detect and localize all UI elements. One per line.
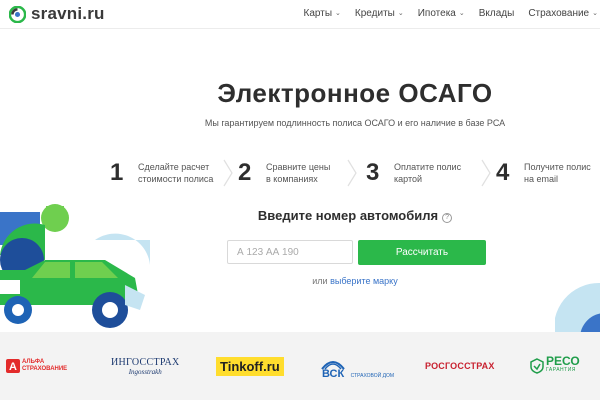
step-1: 1 Сделайте расчет стоимости полиса [110, 156, 213, 190]
site-header: sravni.ru Карты ⌄ Кредиты ⌄ Ипотека ⌄ Вклад… [0, 0, 600, 29]
alternative-option: или выберите марку [0, 276, 600, 286]
main-nav: Карты ⌄ Кредиты ⌄ Ипотека ⌄ Вклады Страхова… [304, 8, 598, 19]
nav-item-cards[interactable]: Карты ⌄ [304, 8, 341, 19]
help-icon[interactable]: ? [442, 213, 453, 223]
chevron-down-icon: ⌄ [335, 9, 341, 17]
steps-list: 1 Сделайте расчет стоимости полиса 2 Срав… [108, 156, 600, 190]
step-4: 4 Получите полис на email [496, 156, 591, 190]
nav-label: Карты [303, 8, 333, 19]
step-line: картой [394, 174, 423, 184]
step-text: Сравните цены в компаниях [266, 161, 330, 185]
step-line: Сравните цены [266, 162, 331, 172]
logo[interactable]: sravni.ru [9, 4, 105, 24]
choose-brand-link[interactable]: выберите марку [330, 276, 398, 286]
step-number: 2 [238, 159, 252, 186]
partner-ingosstrakh-logo[interactable]: ИНГОССТРАХ Ingosstrakh [111, 332, 180, 400]
logo-text: sravni.ru [31, 4, 105, 23]
partner-line: ВСК [322, 368, 345, 380]
plate-label: Введите номер автомобиля? [0, 208, 600, 223]
nav-label: Кредиты [354, 8, 395, 19]
partner-reso-logo[interactable]: РЕСО ГАРАНТИЯ [530, 332, 580, 400]
nav-item-mortgage[interactable]: Ипотека ⌄ [418, 8, 465, 19]
chevron-down-icon: ⌄ [592, 9, 598, 17]
partner-line: Ingosstrakh [128, 367, 162, 376]
nav-item-deposits[interactable]: Вклады [479, 8, 515, 19]
step-line: стоимости полиса [138, 174, 214, 184]
partner-line: ГАРАНТИЯ [546, 367, 576, 373]
svg-text:А: А [9, 361, 17, 373]
partner-name: РОСГОССТРАХ [425, 361, 495, 371]
step-text: Сделайте расчет стоимости полиса [138, 161, 213, 185]
step-number: 3 [366, 159, 380, 186]
chevron-down-icon: ⌄ [458, 9, 465, 17]
page-title: Электронное ОСАГО [217, 78, 493, 108]
alt-prefix: или [312, 276, 328, 286]
plate-label-text: Введите номер автомобиля [257, 208, 439, 223]
partner-tinkoff-logo[interactable]: Tinkoff.ru [216, 332, 284, 400]
step-number: 4 [496, 159, 510, 186]
decorative-shape [555, 282, 600, 332]
step-text: Оплатите полис картой [394, 161, 461, 185]
step-line: на email [524, 174, 558, 184]
partner-rosgosstrakh-logo[interactable]: РОСГОССТРАХ [425, 332, 495, 400]
nav-label: Ипотека [417, 8, 456, 19]
step-line: Сделайте расчет [138, 162, 210, 172]
partner-name: Tinkoff.ru [216, 356, 284, 376]
hero-section: Электронное ОСАГО Мы гарантируем подлинн… [0, 30, 600, 332]
partner-line: ИНГОССТРАХ [111, 356, 180, 368]
partner-vsk-logo[interactable]: ВСК СТРАХОВОЙ ДОМ [320, 332, 394, 400]
chevron-right-icon [347, 159, 357, 187]
step-line: Получите полис [524, 162, 591, 172]
reso-logo-icon [530, 358, 544, 374]
alfa-logo-icon: А [6, 359, 20, 373]
chevron-right-icon [223, 159, 233, 187]
nav-item-insurance[interactable]: Страхование ⌄ [528, 8, 598, 19]
nav-label: Вклады [478, 8, 515, 19]
calculate-button[interactable]: Рассчитать [358, 240, 486, 265]
page-subtitle: Мы гарантируем подлинность полиса ОСАГО … [204, 118, 506, 128]
chevron-right-icon [481, 159, 491, 187]
partners-strip: А АЛЬФА СТРАХОВАНИЕ ИНГОССТРАХ Ingosstra… [0, 332, 600, 400]
partner-line: СТРАХОВОЙ ДОМ [350, 373, 395, 379]
step-3: 3 Оплатите полис картой [366, 156, 461, 190]
step-text: Получите полис на email [524, 161, 591, 185]
nav-item-credits[interactable]: Кредиты ⌄ [355, 8, 404, 19]
step-2: 2 Сравните цены в компаниях [238, 156, 330, 190]
sravni-logo-icon [9, 5, 26, 23]
chevron-down-icon: ⌄ [397, 9, 404, 17]
partner-line: РЕСО [546, 354, 580, 368]
partner-line: СТРАХОВАНИЕ [22, 366, 68, 372]
partner-line: АЛЬФА [22, 359, 45, 365]
step-line: Оплатите полис [394, 162, 462, 172]
nav-label: Страхование [528, 8, 590, 19]
partner-alfa-logo[interactable]: А АЛЬФА СТРАХОВАНИЕ [6, 332, 67, 400]
plate-number-input[interactable] [227, 240, 353, 264]
step-number: 1 [110, 159, 124, 186]
step-line: в компаниях [266, 174, 318, 184]
